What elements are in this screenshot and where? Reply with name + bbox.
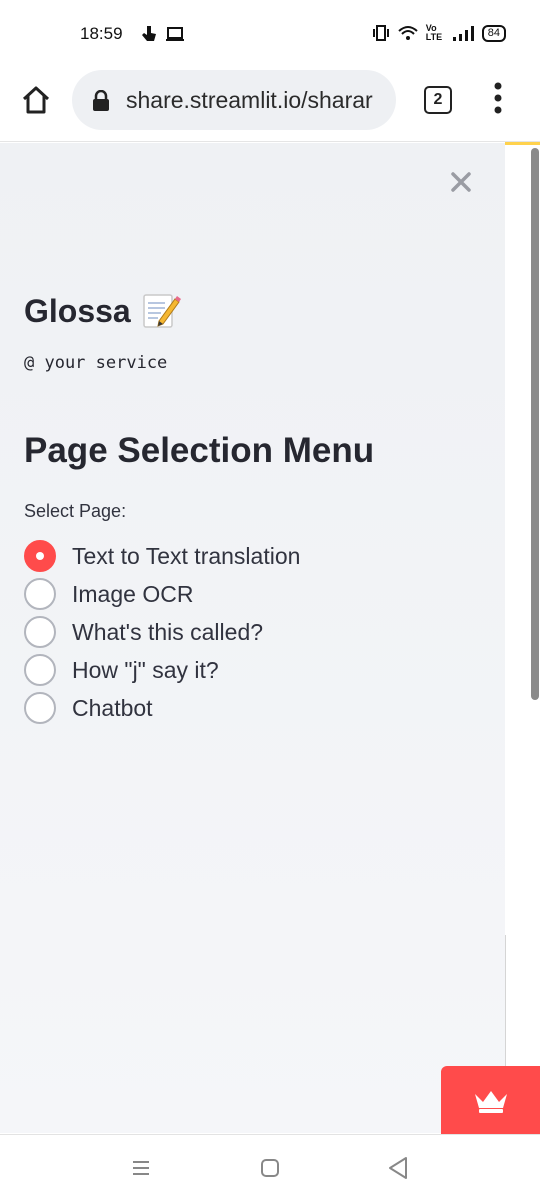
radio-option-image-ocr[interactable]: Image OCR <box>24 575 300 613</box>
signal-icon <box>452 26 474 41</box>
app-title: Glossa <box>24 291 181 331</box>
status-left-icons <box>140 24 186 44</box>
radio-option-chatbot[interactable]: Chatbot <box>24 689 300 727</box>
radio-button[interactable] <box>24 616 56 648</box>
address-bar[interactable]: share.streamlit.io/sharar <box>72 70 396 130</box>
scrollbar[interactable] <box>531 148 539 700</box>
touch-icon <box>142 26 156 41</box>
system-nav-bar <box>0 1134 540 1200</box>
close-icon[interactable] <box>448 169 474 195</box>
home-icon[interactable] <box>20 84 52 116</box>
radio-button[interactable] <box>24 578 56 610</box>
page-radio-group: Text to Text translation Image OCR What'… <box>24 537 300 727</box>
radio-option-label: Image OCR <box>72 580 194 607</box>
radio-option-text-translation[interactable]: Text to Text translation <box>24 537 300 575</box>
wifi-icon <box>398 26 418 40</box>
select-page-label: Select Page: <box>24 501 127 521</box>
header-accent-line <box>505 142 540 145</box>
battery-indicator: 84 <box>481 24 506 42</box>
network-type: Vo LTE <box>425 23 443 42</box>
status-bar: 18:59 Vo LTE 84 <box>0 0 540 66</box>
radio-option-label: Chatbot <box>72 694 153 721</box>
radio-button[interactable] <box>24 692 56 724</box>
app-subtitle: @ your service <box>24 353 168 373</box>
app-title-text: Glossa <box>24 292 131 329</box>
overflow-menu-icon[interactable] <box>490 80 506 116</box>
streamlit-badge[interactable] <box>441 1066 540 1134</box>
back-icon[interactable] <box>386 1155 410 1181</box>
tab-switcher-button[interactable]: 2 <box>424 86 452 114</box>
radio-option-label: Text to Text translation <box>72 542 301 569</box>
radio-option-label: How "j" say it? <box>72 656 219 683</box>
status-time: 18:59 <box>80 24 123 43</box>
memo-icon <box>142 294 181 328</box>
url-text: share.streamlit.io/sharar <box>126 87 373 113</box>
crown-icon <box>475 1091 507 1113</box>
status-right-icons: Vo LTE 84 <box>372 24 506 42</box>
radio-button[interactable] <box>24 654 56 686</box>
nav-home-icon[interactable] <box>259 1157 281 1179</box>
page-selection-heading: Page Selection Menu <box>24 431 375 470</box>
browser-toolbar: share.streamlit.io/sharar 2 <box>0 66 540 142</box>
radio-option-whats-this-called[interactable]: What's this called? <box>24 613 300 651</box>
radio-option-how-j-say-it[interactable]: How "j" say it? <box>24 651 300 689</box>
lock-icon <box>93 90 109 111</box>
vibrate-icon <box>372 25 389 41</box>
cast-icon <box>166 27 184 41</box>
radio-button-selected[interactable] <box>24 540 56 572</box>
sidebar: Glossa @ your service Page Selection Men… <box>0 143 505 1133</box>
radio-option-label: What's this called? <box>72 618 264 645</box>
recent-apps-icon[interactable] <box>130 1157 152 1179</box>
